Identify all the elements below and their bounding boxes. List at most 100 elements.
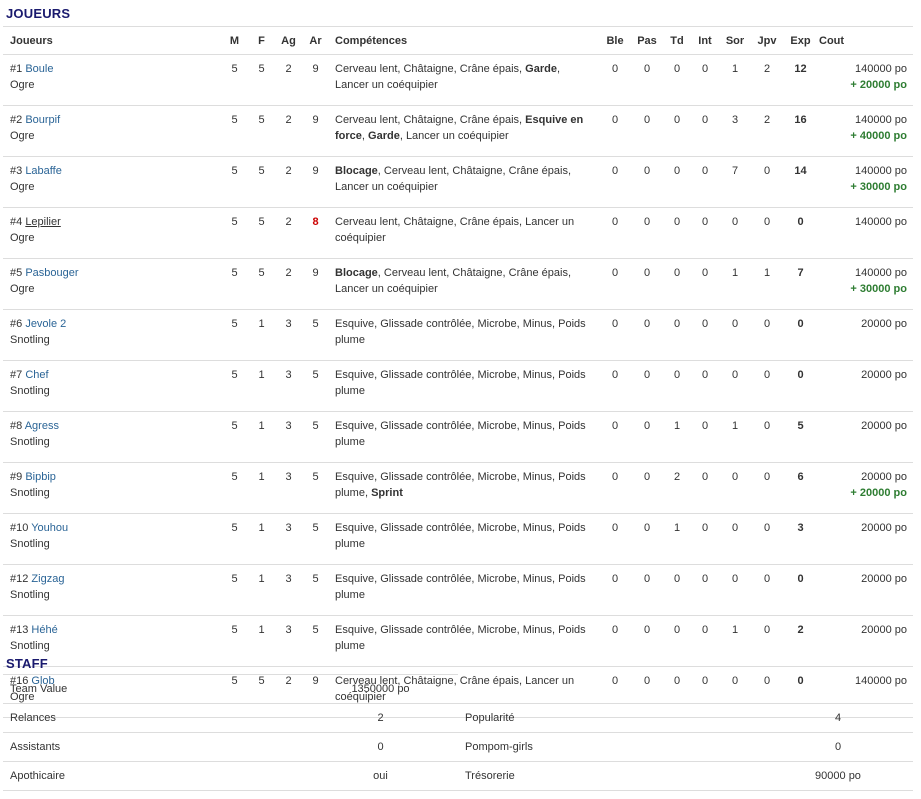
stat-pas: 0 bbox=[631, 258, 663, 310]
player-name-link[interactable]: Boule bbox=[25, 63, 53, 75]
staff-table: Team Value 1350000 po Relances 2 Popularit… bbox=[3, 674, 913, 791]
stat-ble: 0 bbox=[599, 156, 631, 208]
stat-pas: 0 bbox=[631, 513, 663, 565]
skill-text: Cerveau lent, Châtaigne, Crâne épais, bbox=[335, 114, 526, 126]
stat-td: 0 bbox=[663, 564, 691, 616]
stat-f: 5 bbox=[248, 105, 275, 157]
stat-ar: 5 bbox=[302, 411, 329, 463]
stat-int: 0 bbox=[691, 54, 719, 106]
player-name-link[interactable]: Lepilier bbox=[25, 216, 60, 228]
player-cost: 140000 po bbox=[855, 63, 907, 75]
col-header-ag: Ag bbox=[275, 26, 302, 55]
stat-int: 0 bbox=[691, 615, 719, 667]
stat-sor: 1 bbox=[719, 258, 751, 310]
stat-jpv: 0 bbox=[751, 309, 783, 361]
stat-td: 0 bbox=[663, 54, 691, 106]
staff-row-team-value: Team Value 1350000 po bbox=[3, 674, 913, 704]
player-cost-bonus: + 30000 po bbox=[850, 181, 907, 193]
player-name-link[interactable]: Chef bbox=[25, 369, 48, 381]
stat-ag: 2 bbox=[275, 207, 302, 259]
stat-jpv: 2 bbox=[751, 105, 783, 157]
stat-exp: 2 bbox=[783, 615, 818, 667]
stat-ag: 3 bbox=[275, 309, 302, 361]
stat-f: 1 bbox=[248, 513, 275, 565]
col-header-competences: Compétences bbox=[329, 26, 599, 55]
stat-ar: 9 bbox=[302, 105, 329, 157]
skill-acquired: Blocage bbox=[335, 165, 378, 177]
player-name-link[interactable]: Jevole 2 bbox=[25, 318, 66, 330]
stat-ag: 3 bbox=[275, 462, 302, 514]
stat-ar: 5 bbox=[302, 360, 329, 412]
stat-td: 2 bbox=[663, 462, 691, 514]
stat-pas: 0 bbox=[631, 564, 663, 616]
staff-value: 0 bbox=[763, 732, 913, 762]
col-header-td: Td bbox=[663, 26, 691, 55]
stat-ag: 3 bbox=[275, 513, 302, 565]
player-race: Ogre bbox=[10, 232, 35, 244]
stat-int: 0 bbox=[691, 462, 719, 514]
player-name-link[interactable]: Zigzag bbox=[31, 573, 64, 585]
stat-jpv: 1 bbox=[751, 258, 783, 310]
stat-ble: 0 bbox=[599, 411, 631, 463]
player-name-link[interactable]: Pasbouger bbox=[25, 267, 78, 279]
stat-f: 1 bbox=[248, 360, 275, 412]
player-name-link[interactable]: Héhé bbox=[31, 624, 57, 636]
stat-jpv: 0 bbox=[751, 411, 783, 463]
stat-td: 0 bbox=[663, 309, 691, 361]
stat-int: 0 bbox=[691, 207, 719, 259]
col-header-ble: Ble bbox=[599, 26, 631, 55]
player-name-cell: #3 Labaffe Ogre bbox=[3, 156, 221, 208]
stat-pas: 0 bbox=[631, 360, 663, 412]
skill-text: Esquive, Glissade contrôlée, Microbe, Mi… bbox=[335, 369, 586, 397]
stat-jpv: 0 bbox=[751, 156, 783, 208]
player-number: #13 bbox=[10, 624, 29, 636]
stat-f: 5 bbox=[248, 258, 275, 310]
col-header-f: F bbox=[248, 26, 275, 55]
stat-m: 5 bbox=[221, 360, 248, 412]
player-name-link[interactable]: Youhou bbox=[31, 522, 68, 534]
player-row: #1 Boule Ogre 5 5 2 9 Cerveau lent, Châtaigne,… bbox=[3, 54, 913, 106]
stat-f: 5 bbox=[248, 207, 275, 259]
stat-exp: 7 bbox=[783, 258, 818, 310]
stat-ag: 3 bbox=[275, 564, 302, 616]
stat-f: 1 bbox=[248, 615, 275, 667]
player-cost-bonus: + 30000 po bbox=[850, 283, 907, 295]
col-header-m: M bbox=[221, 26, 248, 55]
player-name-link[interactable]: Bourpif bbox=[25, 114, 60, 126]
stat-m: 5 bbox=[221, 156, 248, 208]
player-row: #6 Jevole 2 Snotling 5 1 3 5 Esquive, Glissade… bbox=[3, 309, 913, 361]
player-name-cell: #5 Pasbouger Ogre bbox=[3, 258, 221, 310]
skill-text: , Lancer un coéquipier bbox=[399, 130, 509, 142]
player-name-link[interactable]: Labaffe bbox=[25, 165, 62, 177]
stat-m: 5 bbox=[221, 411, 248, 463]
player-race: Snotling bbox=[10, 589, 50, 601]
player-skills: Cerveau lent, Châtaigne, Crâne épais, La… bbox=[329, 207, 599, 259]
stat-m: 5 bbox=[221, 462, 248, 514]
stat-ble: 0 bbox=[599, 513, 631, 565]
stat-td: 0 bbox=[663, 207, 691, 259]
stat-jpv: 2 bbox=[751, 54, 783, 106]
stat-ble: 0 bbox=[599, 462, 631, 514]
stat-td: 0 bbox=[663, 615, 691, 667]
stat-int: 0 bbox=[691, 105, 719, 157]
stat-ag: 2 bbox=[275, 54, 302, 106]
stat-exp: 0 bbox=[783, 564, 818, 616]
player-cost-cell: 140000 po + 20000 po bbox=[818, 54, 913, 106]
player-cost-bonus: + 40000 po bbox=[850, 130, 907, 142]
staff-value: 0 bbox=[303, 732, 458, 762]
stat-pas: 0 bbox=[631, 462, 663, 514]
player-name-link[interactable]: Bipbip bbox=[25, 471, 56, 483]
player-cost: 20000 po bbox=[861, 522, 907, 534]
player-race: Ogre bbox=[10, 283, 35, 295]
stat-td: 0 bbox=[663, 360, 691, 412]
player-number: #12 bbox=[10, 573, 29, 585]
player-cost-cell: 140000 po bbox=[818, 207, 913, 259]
player-race: Snotling bbox=[10, 334, 50, 346]
player-name-link[interactable]: Agress bbox=[25, 420, 59, 432]
player-cost: 20000 po bbox=[861, 318, 907, 330]
players-header-row: Joueurs M F Ag Ar Compétences Ble Pas Td… bbox=[3, 26, 913, 55]
stat-sor: 1 bbox=[719, 54, 751, 106]
stat-td: 0 bbox=[663, 258, 691, 310]
player-row: #3 Labaffe Ogre 5 5 2 9 Blocage, Cerveau lent,… bbox=[3, 156, 913, 208]
stat-ag: 2 bbox=[275, 156, 302, 208]
